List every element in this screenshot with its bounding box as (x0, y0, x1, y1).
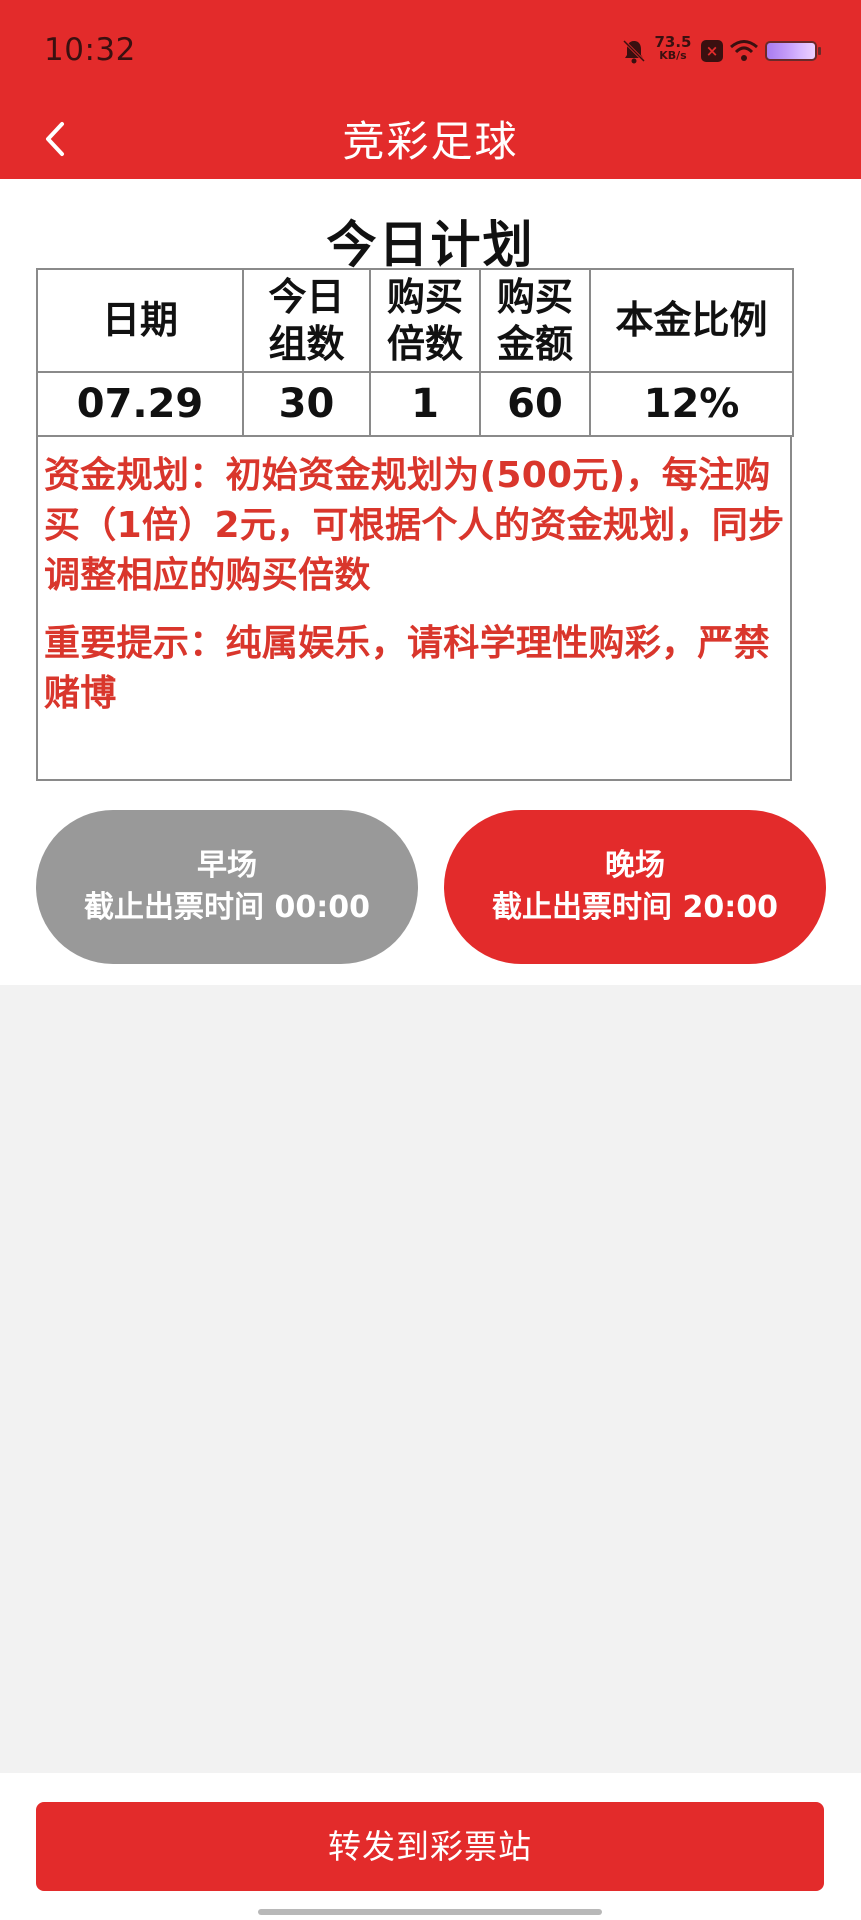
session-name: 早场 (197, 848, 257, 883)
plan-panel: 今日计划 日期 今日 组数 购买 倍数 购买 金额 本金比例 07.29 30 1 6… (0, 179, 861, 985)
table-header-row: 日期 今日 组数 购买 倍数 购买 金额 本金比例 (36, 268, 794, 373)
session-deadline: 截止出票时间 20:00 (492, 890, 778, 925)
col-header-multiple: 购买 倍数 (369, 268, 481, 373)
notes-box: 资金规划：初始资金规划为(500元)，每注购买（1倍）2元，可根据个人的资金规划… (36, 437, 792, 781)
cell-groups: 30 (242, 371, 371, 437)
funding-plan-note: 资金规划：初始资金规划为(500元)，每注购买（1倍）2元，可根据个人的资金规划… (44, 455, 785, 596)
cell-amount: 60 (479, 371, 591, 437)
forward-to-lottery-station-button[interactable]: 转发到彩票站 (36, 1802, 824, 1891)
bottom-bar: 转发到彩票站 (0, 1773, 861, 1920)
cell-ratio: 12% (589, 371, 794, 437)
system-icons: 73.5 KB/s × (557, 34, 821, 68)
app-header: 竞彩足球 (0, 100, 861, 179)
col-header-groups: 今日 组数 (242, 268, 371, 373)
battery-icon (765, 41, 821, 61)
morning-session-button[interactable]: 早场 截止出票时间 00:00 (36, 810, 418, 964)
cell-date: 07.29 (36, 371, 244, 437)
status-time: 10:32 (44, 32, 136, 68)
status-bar: 10:32 73.5 KB/s × (0, 0, 861, 100)
cell-multiple: 1 (369, 371, 481, 437)
col-header-ratio: 本金比例 (589, 268, 794, 373)
wifi-icon (729, 38, 759, 64)
plan-table: 日期 今日 组数 购买 倍数 购买 金额 本金比例 07.29 30 1 60 12% (36, 268, 794, 437)
col-header-date: 日期 (36, 268, 244, 373)
home-indicator[interactable] (258, 1909, 602, 1915)
plan-title: 今日计划 (326, 216, 535, 274)
important-tip-note: 重要提示：纯属娱乐，请科学理性购彩，严禁赌博 (44, 623, 771, 714)
session-name: 晚场 (605, 848, 665, 883)
page-title: 竞彩足球 (342, 117, 519, 166)
mute-icon (621, 38, 647, 64)
evening-session-button[interactable]: 晚场 截止出票时间 20:00 (444, 810, 826, 964)
notification-icon: × (701, 40, 723, 62)
table-row: 07.29 30 1 60 12% (36, 371, 794, 437)
session-deadline: 截止出票时间 00:00 (84, 890, 370, 925)
net-speed: 73.5 KB/s (653, 35, 693, 63)
col-header-amount: 购买 金额 (479, 268, 591, 373)
